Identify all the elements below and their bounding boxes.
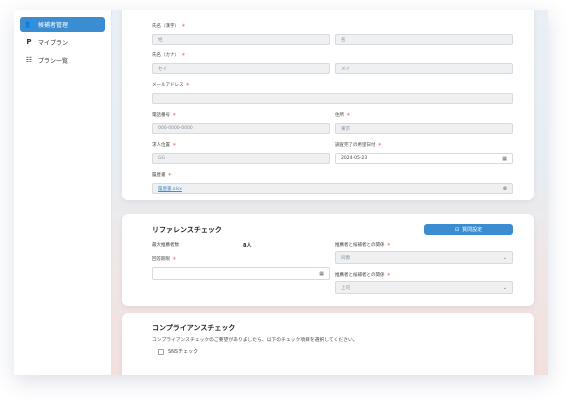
sns-check-option[interactable]: SNSチェック — [158, 348, 198, 355]
phone-input[interactable]: 000-0000-0000 — [152, 123, 330, 134]
main-content: 氏名（漢字）＊ 姓 名 氏名（カナ）＊ セイ メイ メールアドレス＊ 電話番号＊… — [112, 10, 548, 375]
candidate-info-card: 氏名（漢字）＊ 姓 名 氏名（カナ）＊ セイ メイ メールアドレス＊ 電話番号＊… — [122, 10, 534, 200]
email-label: メールアドレス＊ — [152, 83, 191, 88]
required-mark: ＊ — [386, 273, 391, 278]
email-input[interactable] — [152, 93, 513, 104]
reference-check-title: リファレンスチェック — [152, 226, 222, 234]
chevron-down-icon: ⌄ — [502, 284, 507, 291]
compliance-check-card: コンプライアンスチェック コンプライアンスチェックのご要望がありましたら、以下の… — [122, 313, 534, 375]
close-icon[interactable]: ⊗ — [503, 186, 507, 192]
resume-file-input[interactable]: 履歴書.xlsx ⊗ — [152, 183, 513, 194]
answer-deadline-date-input[interactable]: ▦ — [152, 267, 330, 280]
question-settings-button[interactable]: ⊡ 質問設定 — [424, 224, 513, 235]
sidebar-item-label: 候補者管理 — [38, 22, 69, 29]
people-icon: 👥 — [25, 20, 34, 28]
sidebar-item-label: マイプラン — [38, 40, 69, 47]
answer-deadline-label: 回答期限＊ — [152, 257, 177, 262]
required-mark: ＊ — [172, 113, 177, 118]
deadline-label: 調査完了の希望日付＊ — [335, 143, 383, 148]
required-mark: ＊ — [377, 143, 383, 148]
compliance-description: コンプライアンスチェックのご要望がありましたら、以下のチェック項目を選択してくだ… — [152, 338, 358, 343]
address-input[interactable]: 東京 — [335, 123, 513, 134]
relation-1-select[interactable]: 同僚 ⌄ — [335, 251, 513, 264]
name-kanji-last-input[interactable]: 姓 — [152, 34, 330, 45]
name-kanji-label: 氏名（漢字）＊ — [152, 24, 186, 29]
sidebar-item-label: プラン一覧 — [38, 58, 69, 65]
position-input[interactable]: GG — [152, 153, 330, 164]
calendar-icon[interactable]: ▦ — [319, 271, 324, 277]
resume-label: 履歴書＊ — [152, 173, 173, 178]
deadline-date-input[interactable]: 2024-05-23 ▦ — [335, 153, 513, 164]
p-icon: P — [26, 38, 32, 46]
compliance-check-title: コンプライアンスチェック — [152, 324, 236, 332]
relation-1-label: 推薦者と候補者との関係＊ — [335, 243, 391, 248]
relation-2-select[interactable]: 上司 ⌄ — [335, 281, 513, 294]
calendar-icon[interactable]: ▦ — [502, 156, 507, 162]
sidebar: 👥 候補者管理 P マイプラン ☷ プラン一覧 — [14, 10, 112, 375]
sidebar-item-my-plan[interactable]: P マイプラン — [20, 35, 105, 50]
address-label: 住所＊ — [335, 113, 351, 118]
required-mark: ＊ — [172, 257, 177, 262]
sidebar-item-candidates[interactable]: 👥 候補者管理 — [20, 17, 105, 32]
settings-icon: ⊡ — [454, 226, 460, 233]
relation-2-label: 推薦者と候補者との関係＊ — [335, 273, 391, 278]
max-references-value: 8人 — [243, 243, 252, 249]
required-mark: ＊ — [185, 83, 191, 88]
required-mark: ＊ — [181, 53, 186, 58]
phone-label: 電話番号＊ — [152, 113, 177, 118]
required-mark: ＊ — [181, 24, 186, 29]
sns-checkbox[interactable] — [158, 348, 164, 355]
name-kana-first-input[interactable]: メイ — [335, 63, 513, 74]
name-kana-last-input[interactable]: セイ — [152, 63, 330, 74]
chevron-down-icon: ⌄ — [502, 254, 507, 261]
required-mark: ＊ — [346, 113, 351, 118]
required-mark: ＊ — [172, 143, 177, 148]
position-label: 求人位置＊ — [152, 143, 177, 148]
name-kanji-first-input[interactable]: 名 — [335, 34, 513, 45]
max-references-label: 最大推薦者数 — [152, 243, 179, 248]
reference-check-card: リファレンスチェック ⊡ 質問設定 最大推薦者数 8人 回答期限＊ ▦ 推薦者と… — [122, 214, 534, 306]
list-icon: ☷ — [25, 56, 33, 64]
app-window: 👥 候補者管理 P マイプラン ☷ プラン一覧 氏名（漢字）＊ 姓 名 氏名（カ… — [14, 10, 548, 375]
sidebar-item-plan-list[interactable]: ☷ プラン一覧 — [20, 53, 105, 68]
required-mark: ＊ — [386, 243, 391, 248]
name-kana-label: 氏名（カナ）＊ — [152, 53, 186, 58]
required-mark: ＊ — [167, 173, 173, 178]
sns-check-label: SNSチェック — [168, 349, 199, 355]
resume-file-link[interactable]: 履歴書.xlsx — [158, 186, 182, 192]
